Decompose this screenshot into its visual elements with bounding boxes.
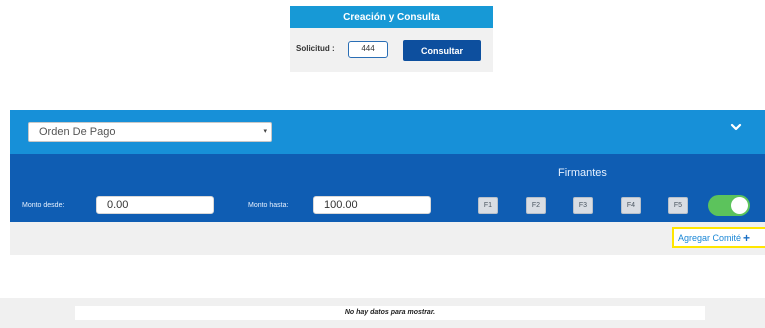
empty-table-message: No hay datos para mostrar. [75,306,705,320]
filter-panel-body: Firmantes Monto desde: 0.00 Monto hasta:… [10,154,765,222]
select-caret-icon: ▾ [263,128,267,135]
signers-toggle[interactable] [708,195,750,216]
signer-f2-button[interactable]: F2 [526,197,546,214]
payment-type-value: Orden De Pago [39,126,116,138]
add-committee-label: Agregar Comité [678,232,742,243]
results-table: No hay datos para mostrar. [0,298,765,328]
chevron-down-icon[interactable] [729,120,743,134]
amount-from-label: Monto desde: [22,202,65,209]
toggle-knob [731,197,748,214]
filter-panel-header: Orden De Pago ▾ [10,110,765,154]
signer-f4-button[interactable]: F4 [621,197,641,214]
signer-f1-button[interactable]: F1 [478,197,498,214]
amount-from-input[interactable]: 0.00 [96,196,214,214]
filter-panel-footer: Agregar Comité + [10,222,765,255]
query-body: Solicitud : 444 Consultar [290,28,493,72]
signer-f5-button[interactable]: F5 [668,197,688,214]
add-committee-link[interactable]: Agregar Comité + [672,227,765,248]
signers-title: Firmantes [558,167,607,179]
amount-to-input[interactable]: 100.00 [313,196,431,214]
query-title: Creación y Consulta [290,6,493,28]
consult-button[interactable]: Consultar [403,40,481,61]
request-number-input[interactable]: 444 [348,41,388,58]
payment-type-select[interactable]: Orden De Pago ▾ [28,122,272,142]
signer-f3-button[interactable]: F3 [573,197,593,214]
query-card: Creación y Consulta Solicitud : 444 Cons… [290,6,493,72]
plus-icon: + [743,230,751,245]
amount-to-label: Monto hasta: [248,202,289,209]
request-label: Solicitud : [296,44,335,53]
